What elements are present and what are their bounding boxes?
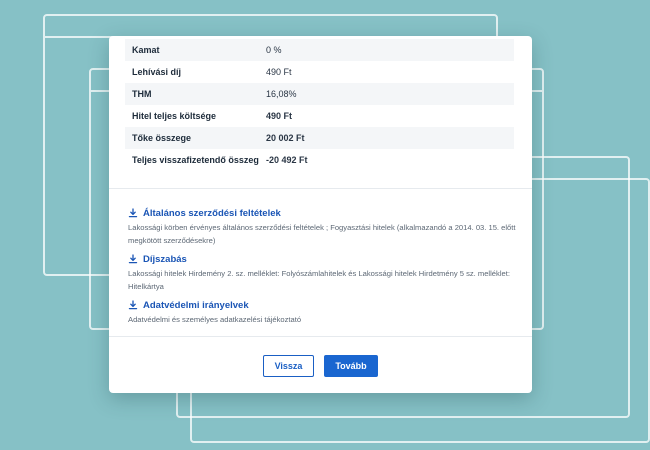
summary-row: Tőke összege 20 002 Ft	[125, 127, 514, 149]
background-stage: Kamat 0 % Lehívási díj 490 Ft THM 16,08%…	[0, 0, 650, 450]
summary-value: -20 492 Ft	[266, 155, 308, 165]
summary-value: 490 Ft	[266, 67, 292, 77]
back-button[interactable]: Vissza	[263, 355, 314, 377]
download-icon	[128, 300, 138, 310]
document-description: Adatvédelmi és személyes adatkazelési tá…	[128, 315, 302, 324]
document-title[interactable]: Adatvédelmi irányelvek	[143, 300, 249, 311]
summary-label: THM	[132, 89, 152, 99]
summary-value: 16,08%	[266, 89, 297, 99]
summary-label: Kamat	[132, 45, 160, 55]
next-button[interactable]: Tovább	[324, 355, 378, 377]
summary-row: Kamat 0 %	[125, 39, 514, 61]
summary-row: Teljes visszafizetendő összeg -20 492 Ft	[125, 149, 514, 171]
summary-value: 490 Ft	[266, 111, 293, 121]
summary-label: Teljes visszafizetendő összeg	[132, 155, 259, 165]
summary-label: Tőke összege	[132, 133, 192, 143]
document-item: Díjszabás Lakossági hitelek Hirdemény 2.…	[128, 252, 518, 293]
summary-table: Kamat 0 % Lehívási díj 490 Ft THM 16,08%…	[125, 39, 514, 171]
document-title[interactable]: Díjszabás	[143, 254, 187, 265]
download-icon	[128, 208, 138, 218]
loan-summary-dialog: Kamat 0 % Lehívási díj 490 Ft THM 16,08%…	[109, 36, 532, 393]
summary-row: Hitel teljes költsége 490 Ft	[125, 105, 514, 127]
document-list: Általános szerződési feltételek Lakosság…	[128, 206, 518, 331]
document-link-terms[interactable]: Általános szerződési feltételek	[128, 206, 518, 220]
summary-row: THM 16,08%	[125, 83, 514, 105]
document-description: Lakossági hitelek Hirdemény 2. sz. mellé…	[128, 269, 510, 291]
section-divider	[109, 188, 532, 189]
document-description: Lakossági körben érvényes általános szer…	[128, 223, 516, 245]
document-title[interactable]: Általános szerződési feltételek	[143, 208, 281, 219]
document-link-fees[interactable]: Díjszabás	[128, 252, 518, 266]
document-item: Általános szerződési feltételek Lakosság…	[128, 206, 518, 247]
document-link-privacy[interactable]: Adatvédelmi irányelvek	[128, 298, 518, 312]
summary-row: Lehívási díj 490 Ft	[125, 61, 514, 83]
summary-label: Lehívási díj	[132, 67, 182, 77]
section-divider	[109, 336, 532, 337]
document-item: Adatvédelmi irányelvek Adatvédelmi és sz…	[128, 298, 518, 326]
summary-label: Hitel teljes költsége	[132, 111, 217, 121]
download-icon	[128, 254, 138, 264]
summary-value: 0 %	[266, 45, 282, 55]
summary-value: 20 002 Ft	[266, 133, 305, 143]
